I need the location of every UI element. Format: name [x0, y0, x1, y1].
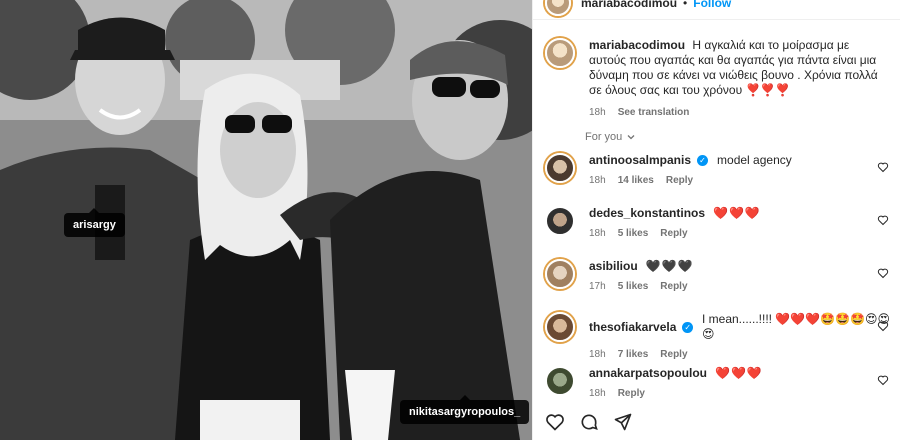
- comment-text: ❤️❤️❤️: [713, 206, 761, 220]
- avatar[interactable]: [545, 366, 575, 396]
- reply-button[interactable]: Reply: [618, 388, 645, 399]
- post-actions: [545, 412, 633, 432]
- share-icon[interactable]: [613, 412, 633, 432]
- comment-time[interactable]: 17h: [589, 281, 606, 292]
- avatar[interactable]: [545, 153, 575, 183]
- comment-text: I mean......!!!! ❤️❤️❤️🤩🤩🤩😍😍😍: [701, 312, 891, 341]
- see-translation-link[interactable]: See translation: [618, 105, 690, 120]
- follow-button[interactable]: Follow: [693, 0, 731, 10]
- comment-likes[interactable]: 5 likes: [618, 281, 649, 292]
- comment-icon[interactable]: [579, 412, 599, 432]
- chevron-down-icon: [627, 135, 635, 140]
- comment-likes[interactable]: 5 likes: [618, 228, 649, 239]
- reply-button[interactable]: Reply: [666, 175, 693, 186]
- comment-likes[interactable]: 7 likes: [618, 349, 649, 360]
- for-you-label: For you: [585, 131, 623, 143]
- reply-button[interactable]: Reply: [660, 281, 687, 292]
- avatar[interactable]: [545, 206, 575, 236]
- comment-time[interactable]: 18h: [589, 388, 606, 399]
- photo-user-tag[interactable]: nikitasargyropoulos_: [400, 395, 530, 424]
- caption-time[interactable]: 18h: [589, 105, 606, 120]
- avatar[interactable]: [545, 312, 575, 342]
- comment-likes[interactable]: 14 likes: [618, 175, 654, 186]
- comment-username[interactable]: antinoosalmpanis: [589, 153, 691, 168]
- for-you-filter[interactable]: For you: [585, 131, 636, 143]
- comment-username[interactable]: annakarpatsopoulou: [589, 366, 707, 381]
- comment-time[interactable]: 18h: [589, 228, 606, 239]
- comment-row: asibiliou 🖤🖤🖤 17h 5 likes Reply: [545, 259, 895, 292]
- verified-badge-icon: ✓: [682, 321, 693, 333]
- reply-button[interactable]: Reply: [660, 228, 687, 239]
- like-heart-icon[interactable]: [545, 412, 565, 432]
- avatar[interactable]: [545, 259, 575, 289]
- comment-row: thesofiakarvela ✓ I mean......!!!! ❤️❤️❤…: [545, 312, 895, 360]
- avatar[interactable]: [545, 38, 575, 68]
- comment-text: 🖤🖤🖤: [645, 259, 694, 273]
- like-heart-icon[interactable]: [877, 267, 889, 279]
- header-username[interactable]: mariabacodimou: [581, 0, 677, 10]
- comment-time[interactable]: 18h: [589, 349, 606, 360]
- comment-row: annakarpatsopoulou ❤️❤️❤️ 18h Reply: [545, 366, 895, 399]
- comments-panel: mariabacodimou • Follow mariabacodimou Η…: [532, 0, 900, 440]
- comment-row: dedes_konstantinos ❤️❤️❤️ 18h 5 likes Re…: [545, 206, 895, 239]
- reply-button[interactable]: Reply: [660, 349, 687, 360]
- like-heart-icon[interactable]: [877, 374, 889, 386]
- avatar[interactable]: [545, 0, 571, 16]
- caption-username[interactable]: mariabacodimou: [589, 38, 685, 52]
- like-heart-icon[interactable]: [877, 161, 889, 173]
- like-heart-icon[interactable]: [877, 320, 889, 332]
- separator-dot: •: [683, 0, 688, 10]
- photo-user-tag[interactable]: arisargy: [64, 208, 125, 237]
- comment-text: model agency: [717, 153, 792, 167]
- comment-row: antinoosalmpanis ✓ model agency 18h 14 l…: [545, 153, 895, 186]
- post-header: mariabacodimou • Follow: [533, 0, 900, 20]
- comment-time[interactable]: 18h: [589, 175, 606, 186]
- verified-badge-icon: ✓: [697, 155, 709, 166]
- comment-username[interactable]: asibiliou: [589, 259, 638, 274]
- post-caption: mariabacodimou Η αγκαλιά και το μοίρασμα…: [545, 38, 895, 120]
- comment-username[interactable]: thesofiakarvela: [589, 320, 676, 335]
- comment-text: ❤️❤️❤️: [715, 366, 763, 380]
- comment-username[interactable]: dedes_konstantinos: [589, 206, 705, 221]
- post-photo[interactable]: arisargy nikitasargyropoulos_: [0, 0, 532, 440]
- like-heart-icon[interactable]: [877, 214, 889, 226]
- post-viewer: arisargy nikitasargyropoulos_ mariabacod…: [0, 0, 900, 440]
